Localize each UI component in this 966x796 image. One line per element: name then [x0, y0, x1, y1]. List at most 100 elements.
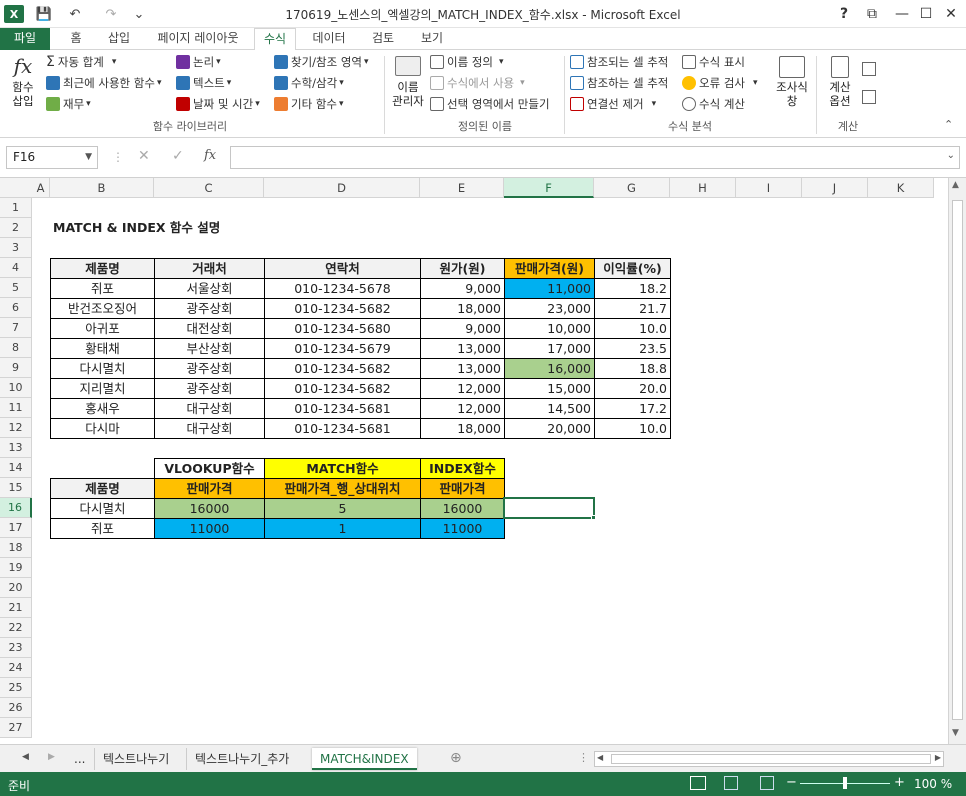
row-header-10[interactable]: 10	[0, 378, 32, 398]
table-cell[interactable]: 아귀포	[50, 318, 155, 339]
table-header[interactable]: 판매가격(원)	[504, 258, 595, 279]
column-header-c[interactable]: C	[154, 178, 264, 198]
watch-window-button[interactable]: 조사식 창	[774, 56, 810, 108]
table-cell[interactable]: 18,000	[420, 418, 505, 439]
table-cell[interactable]: 16,000	[504, 358, 595, 379]
table-cell[interactable]: 11,000	[504, 278, 595, 299]
trace-dependents-button[interactable]: 참조하는 셀 추적	[570, 74, 668, 92]
table-cell[interactable]: 21.7	[594, 298, 671, 319]
close-button[interactable]: ✕	[937, 4, 965, 24]
table-cell[interactable]: 010-1234-5681	[264, 398, 421, 419]
lookup-top-header[interactable]: INDEX함수	[420, 458, 505, 479]
row-header-22[interactable]: 22	[0, 618, 32, 638]
table-header[interactable]: 거래처	[154, 258, 265, 279]
row-header-19[interactable]: 19	[0, 558, 32, 578]
formula-input[interactable]: ⌄	[230, 146, 960, 169]
row-header-12[interactable]: 12	[0, 418, 32, 438]
column-header-f[interactable]: F	[504, 178, 594, 198]
row-header-2[interactable]: 2	[0, 218, 32, 238]
fill-handle[interactable]	[591, 515, 596, 520]
row-header-14[interactable]: 14	[0, 458, 32, 478]
row-header-5[interactable]: 5	[0, 278, 32, 298]
select-all-button[interactable]	[0, 178, 33, 198]
prev-sheet-icon[interactable]: ◀	[22, 752, 29, 762]
drag-handle[interactable]: ⋮	[112, 150, 124, 164]
lookup-cell[interactable]: 11000	[154, 518, 265, 539]
column-header-j[interactable]: J	[802, 178, 868, 198]
column-header-b[interactable]: B	[50, 178, 154, 198]
table-cell[interactable]: 010-1234-5682	[264, 298, 421, 319]
scroll-thumb[interactable]	[952, 200, 963, 720]
calculation-options-button[interactable]: 계산 옵션	[822, 56, 858, 108]
table-cell[interactable]: 14,500	[504, 398, 595, 419]
lookup-sub-header[interactable]: 판매가격_행_상대위치	[264, 478, 421, 499]
table-cell[interactable]: 황태채	[50, 338, 155, 359]
table-cell[interactable]: 17,000	[504, 338, 595, 359]
table-cell[interactable]: 23.5	[594, 338, 671, 359]
table-header[interactable]: 제품명	[50, 258, 155, 279]
text-button[interactable]: 텍스트 ▾	[176, 74, 231, 92]
table-cell[interactable]: 15,000	[504, 378, 595, 399]
ribbon-display-button[interactable]: ⧉	[858, 4, 886, 24]
table-cell[interactable]: 12,000	[420, 378, 505, 399]
next-sheet-icon[interactable]: ▶	[48, 752, 55, 762]
customize-quick-access-icon[interactable]: ⌄	[132, 5, 146, 23]
row-header-26[interactable]: 26	[0, 698, 32, 718]
table-cell[interactable]: 대전상회	[154, 318, 265, 339]
lookup-cell[interactable]: 1	[264, 518, 421, 539]
tab-view[interactable]: 보기	[412, 28, 452, 50]
table-cell[interactable]: 부산상회	[154, 338, 265, 359]
maximize-button[interactable]: ☐	[912, 4, 940, 24]
column-header-h[interactable]: H	[670, 178, 736, 198]
column-header-a[interactable]: A	[32, 178, 50, 198]
define-name-button[interactable]: 이름 정의 ▾	[430, 53, 504, 71]
show-formulas-button[interactable]: 수식 표시	[682, 53, 745, 71]
scroll-left-icon[interactable]: ◀	[597, 753, 603, 762]
save-icon[interactable]: 💾	[34, 5, 54, 23]
recent-functions-button[interactable]: 최근에 사용한 함수 ▾	[46, 74, 161, 92]
table-cell[interactable]: 쥐포	[50, 278, 155, 299]
table-cell[interactable]: 다시멸치	[50, 358, 155, 379]
table-cell[interactable]: 9,000	[420, 278, 505, 299]
row-header-18[interactable]: 18	[0, 538, 32, 558]
use-in-formula-button[interactable]: 수식에서 사용 ▾	[430, 74, 525, 92]
row-header-24[interactable]: 24	[0, 658, 32, 678]
table-cell[interactable]: 광주상회	[154, 298, 265, 319]
zoom-level[interactable]: 100 %	[914, 777, 952, 791]
tab-formulas[interactable]: 수식	[254, 28, 296, 51]
sheet-tab-text-split-add[interactable]: 텍스트나누기_추가	[186, 748, 297, 770]
row-header-16[interactable]: 16	[0, 498, 32, 518]
trace-precedents-button[interactable]: 참조되는 셀 추적	[570, 53, 668, 71]
row-header-23[interactable]: 23	[0, 638, 32, 658]
table-cell[interactable]: 반건조오징어	[50, 298, 155, 319]
column-header-k[interactable]: K	[868, 178, 934, 198]
table-cell[interactable]: 서울상회	[154, 278, 265, 299]
column-header-i[interactable]: I	[736, 178, 802, 198]
logical-button[interactable]: 논리 ▾	[176, 53, 221, 71]
remove-arrows-button[interactable]: 연결선 제거 ▾	[570, 95, 656, 113]
help-button[interactable]: ?	[830, 4, 858, 24]
table-cell[interactable]: 20,000	[504, 418, 595, 439]
chevron-down-icon[interactable]: ▼	[85, 147, 92, 168]
table-cell[interactable]: 10.0	[594, 418, 671, 439]
more-functions-button[interactable]: 기타 함수 ▾	[274, 95, 344, 113]
evaluate-formula-button[interactable]: 수식 계산	[682, 95, 745, 113]
table-cell[interactable]: 홍새우	[50, 398, 155, 419]
page-layout-view-icon[interactable]	[724, 776, 738, 790]
lookup-button[interactable]: 찾기/참조 영역 ▾	[274, 53, 369, 71]
lookup-cell[interactable]: 16000	[420, 498, 505, 519]
lookup-top-header[interactable]: VLOOKUP함수	[154, 458, 265, 479]
lookup-cell[interactable]: 다시멸치	[50, 498, 155, 519]
lookup-cell[interactable]: 쥐포	[50, 518, 155, 539]
error-checking-button[interactable]: 오류 검사 ▾	[682, 74, 758, 92]
row-header-11[interactable]: 11	[0, 398, 32, 418]
tab-data[interactable]: 데이터	[304, 28, 354, 50]
lookup-sub-header[interactable]: 판매가격	[420, 478, 505, 499]
tab-home[interactable]: 홈	[58, 28, 94, 50]
enter-icon[interactable]: ✓	[172, 148, 184, 164]
column-header-d[interactable]: D	[264, 178, 420, 198]
autosum-button[interactable]: Σ 자동 합계 ▾	[46, 53, 116, 71]
row-header-7[interactable]: 7	[0, 318, 32, 338]
row-header-1[interactable]: 1	[0, 198, 32, 218]
zoom-out-icon[interactable]: −	[786, 775, 797, 790]
